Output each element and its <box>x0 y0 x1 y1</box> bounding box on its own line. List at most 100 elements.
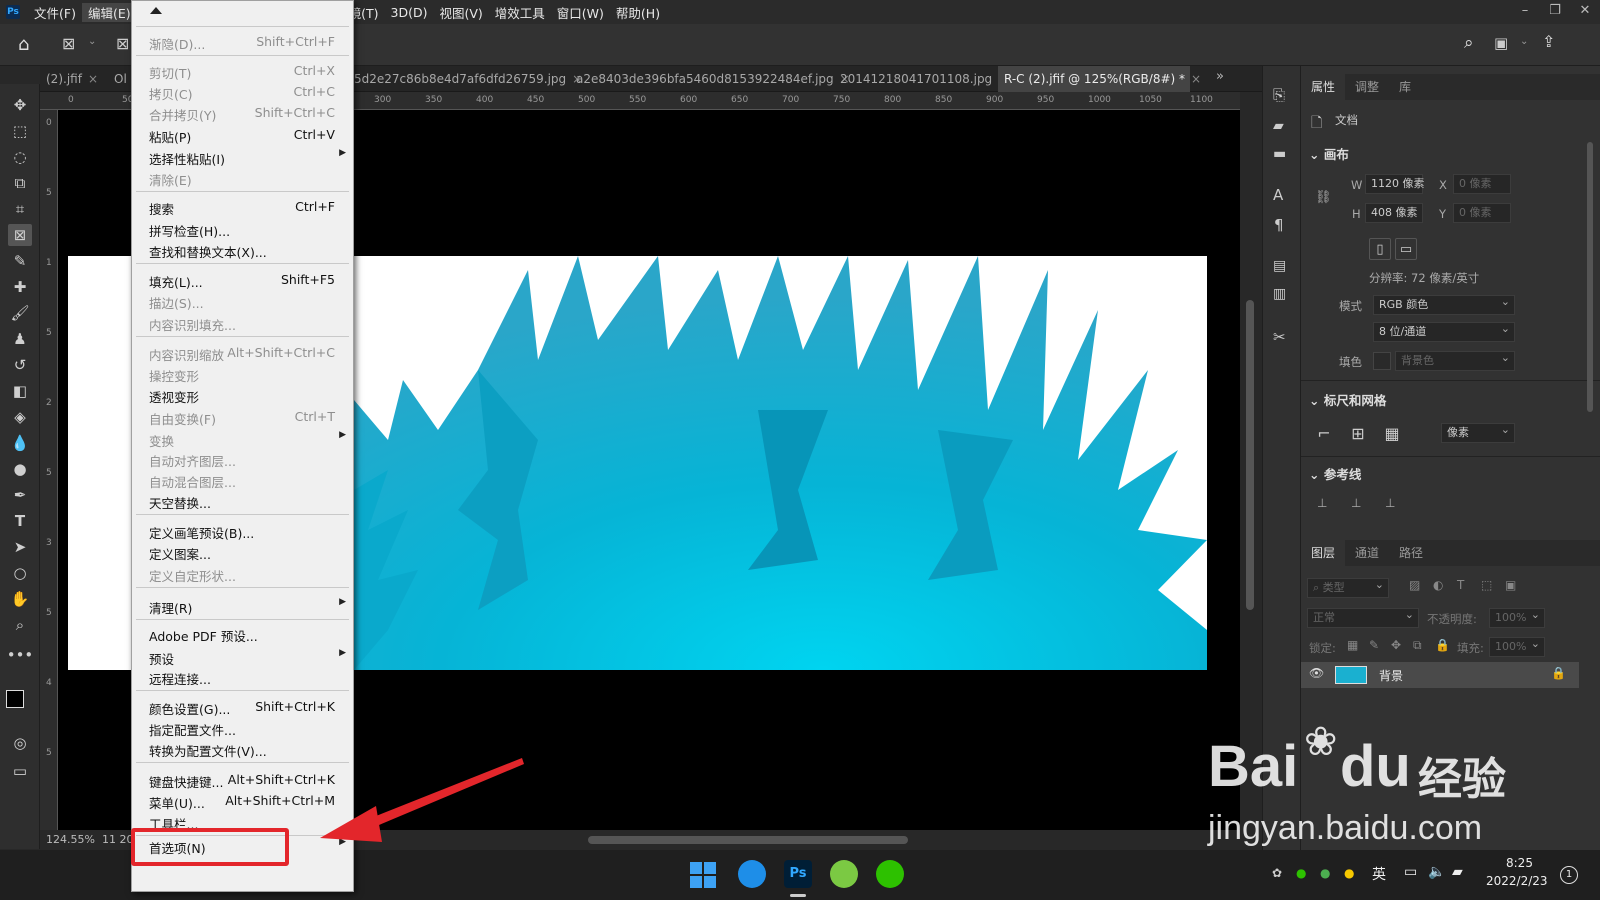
canvas-section-title[interactable]: ⌄ 画布 <box>1309 144 1349 163</box>
tab-channels[interactable]: 通道 <box>1345 540 1389 566</box>
app-yellow-green-icon[interactable] <box>830 860 858 888</box>
libraries-panel-icon[interactable]: ▰ <box>1273 118 1284 134</box>
path-select-tool-icon[interactable]: ➤ <box>8 536 32 558</box>
foreground-color-swatch[interactable] <box>6 690 24 708</box>
menu-item[interactable]: 渐隐(D)... Shift+Ctrl+F <box>132 31 353 52</box>
search-icon[interactable]: ⌕ <box>1464 33 1474 53</box>
tray-icon-3[interactable]: ● <box>1320 866 1330 880</box>
tab-close-icon[interactable]: × <box>1191 72 1201 86</box>
healing-tool-icon[interactable]: ✚ <box>8 276 32 298</box>
layer-fill-input[interactable]: 100% <box>1489 635 1545 657</box>
menu-item[interactable]: 查找和替换文本(X)... <box>132 239 353 260</box>
tab-adjustments[interactable]: 调整 <box>1345 74 1389 100</box>
layer-filter-select[interactable]: ⌕ 类型 <box>1307 576 1389 598</box>
minimize-icon[interactable]: – <box>1510 0 1540 24</box>
width-input[interactable]: 1120 像素 <box>1365 174 1425 194</box>
menu-item[interactable]: 自动混合图层... <box>132 469 353 490</box>
clock-time[interactable]: 8:25 <box>1506 856 1533 870</box>
photoshop-taskbar-icon[interactable]: Ps <box>784 860 812 888</box>
network-icon[interactable]: ▭ <box>1404 864 1417 880</box>
menu-item[interactable]: 选择性粘贴(I) ▶ <box>132 146 353 167</box>
menu-item[interactable]: 清理(R) ▶ <box>132 595 353 616</box>
frame-tool-icon[interactable]: ⊠ <box>8 224 32 246</box>
crop-tool-icon[interactable]: ⌗ <box>8 198 32 220</box>
lock-artboard-icon[interactable]: ⧉ <box>1413 638 1422 653</box>
eraser-tool-icon[interactable]: ◧ <box>8 380 32 402</box>
tab-close-icon[interactable]: × <box>88 72 98 86</box>
layer-comps-icon[interactable]: ▤ <box>1273 258 1286 274</box>
tabs-overflow-icon[interactable]: » <box>1216 69 1224 84</box>
history-brush-tool-icon[interactable]: ↺ <box>8 354 32 376</box>
bit-depth-select[interactable]: 8 位/通道 <box>1373 320 1515 342</box>
opacity-input[interactable]: 100% <box>1489 606 1545 628</box>
marquee-tool-icon[interactable]: ⬚ <box>8 120 32 142</box>
menu-3d[interactable]: 3D(D) <box>385 5 434 20</box>
tab-document-1[interactable]: (2).jfif × <box>40 66 100 92</box>
menu-item[interactable]: 合并拷贝(Y) Shift+Ctrl+C <box>132 102 353 123</box>
character-panel-icon[interactable]: A <box>1273 186 1283 204</box>
windows-start-icon[interactable] <box>690 862 716 888</box>
layer-name[interactable]: 背景 <box>1379 667 1403 684</box>
filter-adjust-icon[interactable]: ◐ <box>1433 578 1443 592</box>
more-tools-icon[interactable]: ••• <box>7 644 34 666</box>
properties-scrollbar[interactable] <box>1587 142 1593 412</box>
menu-item[interactable]: 自动对齐图层... <box>132 448 353 469</box>
layer-row-background[interactable]: 👁 背景 🔒 <box>1301 662 1579 688</box>
menu-item[interactable]: 预设 ▶ <box>132 646 353 667</box>
filter-pixel-icon[interactable]: ▨ <box>1409 578 1420 592</box>
menu-edit[interactable]: 编辑(E) <box>81 2 137 22</box>
tray-icon-4[interactable]: ● <box>1344 866 1354 880</box>
menu-item[interactable]: 拼写检查(H)... <box>132 218 353 239</box>
x-input[interactable]: 0 像素 <box>1453 174 1511 194</box>
lock-all-icon[interactable]: 🔒 <box>1435 638 1450 652</box>
dodge-tool-icon[interactable]: ● <box>8 458 32 480</box>
menu-item[interactable]: 描边(S)... <box>132 290 353 311</box>
lock-paint-icon[interactable]: ✎ <box>1369 638 1379 652</box>
close-icon[interactable]: ✕ <box>1570 0 1600 24</box>
clock-date[interactable]: 2022/2/23 <box>1486 874 1548 888</box>
edge-browser-icon[interactable] <box>738 860 766 888</box>
stamp-tool-icon[interactable]: ♟ <box>8 328 32 350</box>
zoom-level[interactable]: 124.55% <box>46 833 95 846</box>
chevron-down-icon[interactable]: ⌄ <box>88 36 96 47</box>
menu-help[interactable]: 帮助(H) <box>610 3 666 22</box>
ime-indicator[interactable]: 英 <box>1372 864 1386 884</box>
menu-item[interactable]: 定义自定形状... <box>132 563 353 584</box>
zoom-tool-icon[interactable]: ⌕ <box>8 614 32 636</box>
fill-color-swatch[interactable] <box>1373 352 1391 370</box>
history-panel-icon[interactable]: ⎘ <box>1273 86 1285 104</box>
blur-tool-icon[interactable]: 💧 <box>8 432 32 454</box>
horizontal-scrollbar[interactable] <box>588 836 908 844</box>
eyedropper-tool-icon[interactable]: ✎ <box>8 250 32 272</box>
pen-tool-icon[interactable]: ✒ <box>8 484 32 506</box>
object-select-tool-icon[interactable]: ⧉ <box>8 172 32 194</box>
battery-icon[interactable]: ▰ <box>1452 864 1463 880</box>
menu-item[interactable]: 定义图案... <box>132 541 353 562</box>
rulers-grid-section-title[interactable]: ⌄ 标尺和网格 <box>1309 390 1386 409</box>
menu-item[interactable]: 指定配置文件... <box>132 717 353 738</box>
tab-libraries[interactable]: 库 <box>1389 74 1421 100</box>
menu-item[interactable]: 透视变形 <box>132 384 353 405</box>
blend-mode-select[interactable]: 正常 <box>1307 606 1419 628</box>
tab-properties[interactable]: 属性 <box>1301 74 1346 100</box>
filter-smart-icon[interactable]: ▣ <box>1505 578 1516 592</box>
hand-tool-icon[interactable]: ✋ <box>8 588 32 610</box>
portrait-orientation-icon[interactable]: ▯ <box>1369 238 1391 260</box>
tray-icon-1[interactable]: ✿ <box>1272 866 1282 880</box>
paint-bucket-tool-icon[interactable]: ◈ <box>8 406 32 428</box>
guide-icon-2[interactable]: ⊥ <box>1351 496 1361 510</box>
tab-document-active[interactable]: R-C (2).jfif @ 125%(RGB/8#) * × <box>998 66 1201 92</box>
menu-item[interactable]: 定义画笔预设(B)... <box>132 520 353 541</box>
screen-mode-icon[interactable]: ▭ <box>8 760 32 782</box>
menu-window[interactable]: 窗口(W) <box>551 3 610 22</box>
paragraph-panel-icon[interactable]: ¶ <box>1274 216 1284 234</box>
link-icon[interactable]: ⛓ <box>1315 190 1332 205</box>
menu-item[interactable]: Adobe PDF 预设... <box>132 623 353 644</box>
wechat-icon[interactable] <box>876 860 904 888</box>
ruler-icon[interactable]: ⌐ <box>1313 422 1335 444</box>
height-input[interactable]: 408 像素 <box>1365 203 1423 223</box>
menu-item[interactable]: 天空替换... <box>132 490 353 511</box>
menu-item[interactable]: 操控变形 <box>132 363 353 384</box>
brush-tool-icon[interactable]: 🖌 <box>8 302 32 324</box>
quick-mask-icon[interactable]: ◎ <box>8 732 32 754</box>
